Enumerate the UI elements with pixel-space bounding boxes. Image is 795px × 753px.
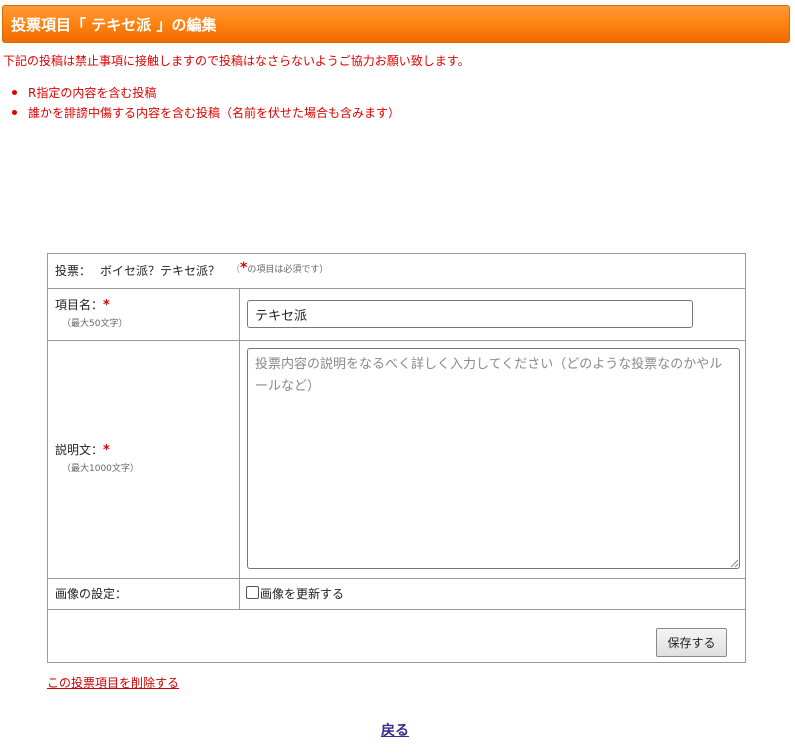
image-label-cell: 画像の設定： — [48, 579, 240, 609]
rule-text: 誰かを誹謗中傷する内容を含む投稿（名前を伏せた場合も含みます） — [28, 106, 401, 120]
edit-form: 投票： ボイセ派？テキセ派？ （*の項目は必須です） 項目名：* （最大50文字… — [47, 253, 746, 663]
rule-item: R指定の内容を含む投稿 — [10, 85, 400, 105]
rule-item: 誰かを誹謗中傷する内容を含む投稿（名前を伏せた場合も含みます） — [10, 105, 400, 125]
rule-text: R指定の内容を含む投稿 — [28, 86, 157, 100]
back-link[interactable]: 戻る — [381, 722, 409, 740]
checkbox-icon[interactable] — [246, 586, 259, 599]
item-name-row: 項目名：* （最大50文字） — [48, 289, 745, 341]
bullet-icon — [12, 110, 17, 115]
page-header: 投票項目「 テキセ派 」の編集 — [2, 5, 790, 43]
item-name-input[interactable] — [247, 300, 693, 328]
bullet-icon — [12, 90, 17, 95]
required-star: * — [103, 443, 110, 458]
description-label-cell: 説明文：* （最大1000文字） — [48, 341, 240, 578]
description-limit: （最大1000文字） — [62, 464, 139, 474]
resize-grip-icon[interactable] — [730, 559, 739, 568]
submit-row: 保存する — [48, 610, 745, 662]
vote-name: ボイセ派？テキセ派？ — [100, 264, 221, 278]
description-label: 説明文：* — [55, 443, 110, 458]
image-update-label[interactable]: 画像を更新する — [260, 587, 344, 601]
image-row: 画像の設定： 画像を更新する — [48, 579, 745, 610]
item-name-limit: （最大50文字） — [62, 319, 128, 329]
required-note: （*の項目は必須です） — [231, 260, 329, 276]
item-name-label: 項目名：* — [55, 298, 110, 313]
vote-label: 投票： — [55, 264, 92, 278]
page-title: 投票項目「 テキセ派 」の編集 — [11, 16, 217, 34]
required-star: * — [103, 298, 110, 313]
vote-row: 投票： ボイセ派？テキセ派？ （*の項目は必須です） — [48, 254, 745, 289]
delete-item-link[interactable]: この投票項目を削除する — [47, 676, 179, 690]
prohibited-rules-list: R指定の内容を含む投稿 誰かを誹謗中傷する内容を含む投稿（名前を伏せた場合も含み… — [10, 85, 400, 125]
description-row: 説明文：* （最大1000文字） — [48, 341, 745, 579]
image-label: 画像の設定： — [55, 587, 128, 601]
notice-text: 下記の投稿は禁止事項に接触しますので投稿はなさらないようご協力お願い致します。 — [3, 54, 470, 68]
item-name-label-cell: 項目名：* （最大50文字） — [48, 289, 240, 340]
image-update-option[interactable]: 画像を更新する — [246, 586, 344, 601]
save-button[interactable]: 保存する — [656, 628, 727, 657]
description-textarea[interactable] — [247, 348, 740, 569]
